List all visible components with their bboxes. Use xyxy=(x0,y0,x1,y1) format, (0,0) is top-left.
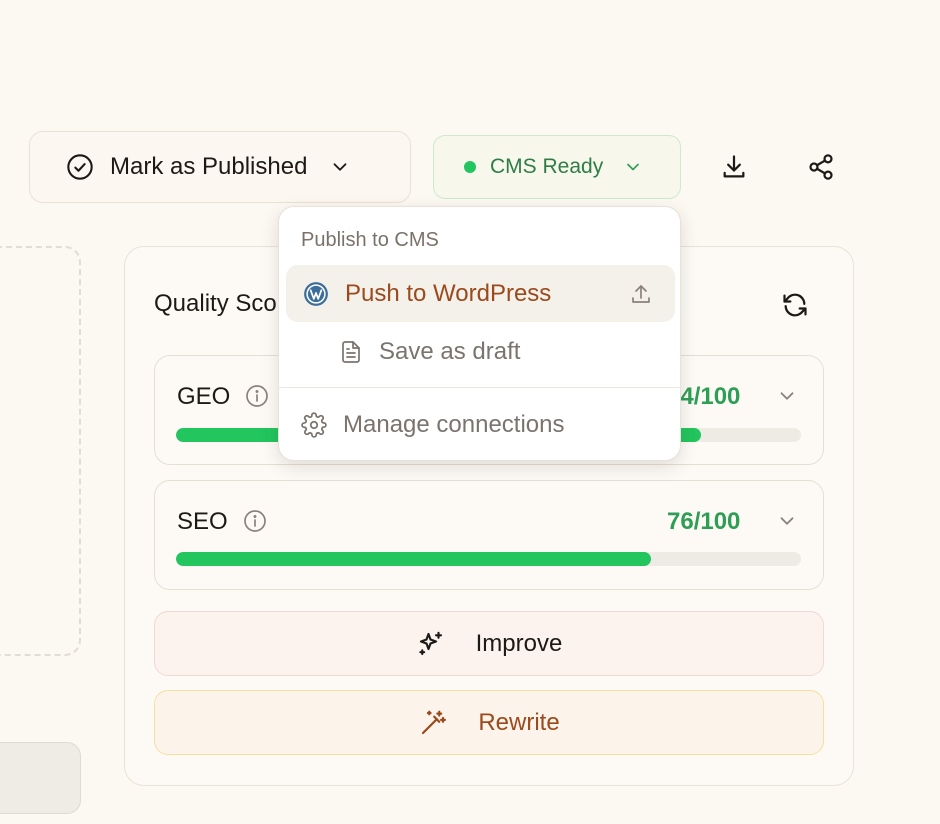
upload-icon xyxy=(629,282,653,306)
seo-progress-fill xyxy=(176,552,651,566)
manage-connections-label: Manage connections xyxy=(343,411,565,438)
info-icon[interactable] xyxy=(245,384,269,408)
rewrite-button[interactable]: Rewrite xyxy=(154,690,824,755)
push-to-wordpress-item[interactable]: Push to WordPress xyxy=(286,265,675,322)
save-as-draft-item[interactable]: Save as draft xyxy=(339,330,520,374)
menu-heading: Publish to CMS xyxy=(301,229,439,251)
editor-panel-edge xyxy=(0,246,81,656)
chevron-down-icon[interactable] xyxy=(776,385,798,407)
mark-as-published-button[interactable]: Mark as Published xyxy=(29,131,411,203)
document-icon xyxy=(339,339,363,365)
seo-score-value: 76/100 xyxy=(667,508,741,535)
check-circle-icon xyxy=(66,153,94,181)
improve-label: Improve xyxy=(475,629,563,657)
cms-status-label: CMS Ready xyxy=(490,155,604,178)
save-as-draft-label: Save as draft xyxy=(379,338,521,365)
magic-wand-icon xyxy=(418,708,448,738)
cms-status-button[interactable]: CMS Ready xyxy=(433,135,681,199)
seo-progress-bar xyxy=(176,552,801,566)
quality-score-title: Quality Score xyxy=(154,290,299,317)
download-button[interactable] xyxy=(714,147,754,187)
editor-footer-chip[interactable] xyxy=(0,742,81,814)
cms-status-dot xyxy=(464,161,476,173)
publish-to-cms-menu: Publish to CMS Push to WordPress Save as… xyxy=(278,206,681,461)
chevron-down-icon[interactable] xyxy=(776,510,798,532)
chevron-down-icon xyxy=(623,157,643,177)
gear-icon xyxy=(301,412,327,438)
seo-label: SEO xyxy=(177,508,228,535)
wordpress-icon xyxy=(303,281,329,307)
sparkles-icon xyxy=(416,629,446,659)
mark-as-published-label: Mark as Published xyxy=(110,153,308,180)
share-icon xyxy=(807,153,835,181)
manage-connections-item[interactable]: Manage connections xyxy=(301,403,564,447)
refresh-icon xyxy=(781,291,809,319)
rewrite-label: Rewrite xyxy=(478,708,560,736)
menu-divider xyxy=(279,387,680,388)
download-icon xyxy=(720,153,748,181)
chevron-down-icon xyxy=(329,156,351,178)
push-to-wordpress-label: Push to WordPress xyxy=(345,279,552,307)
refresh-button[interactable] xyxy=(775,285,815,325)
geo-label: GEO xyxy=(177,383,231,410)
share-button[interactable] xyxy=(801,147,841,187)
info-icon[interactable] xyxy=(243,509,267,533)
improve-button[interactable]: Improve xyxy=(154,611,824,676)
